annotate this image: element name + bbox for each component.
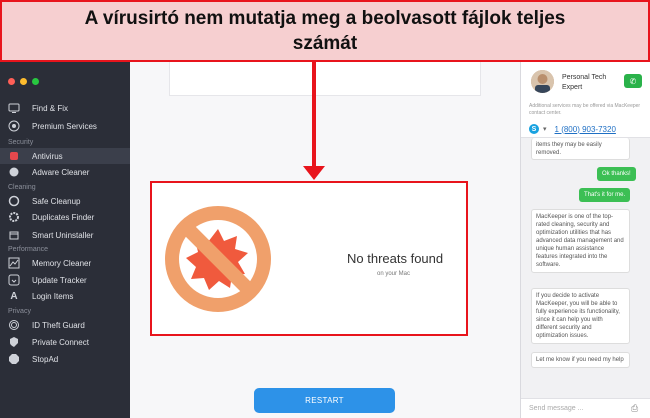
- additional-services-note: Additional services may be offered via M…: [529, 103, 641, 116]
- hand-icon: [8, 166, 20, 178]
- top-card: [169, 62, 481, 96]
- section-privacy: Privacy: [8, 308, 31, 315]
- stop-icon: [8, 353, 20, 365]
- chat-header: Personal Tech Expert ✆ Additional servic…: [521, 62, 650, 138]
- sidebar-item-smart-uninstaller[interactable]: Smart Uninstaller: [0, 227, 130, 243]
- sidebar-item-label: Premium Services: [32, 121, 97, 131]
- chat-message-user: That's it for me.: [579, 188, 631, 202]
- monitor-icon: [8, 102, 20, 114]
- message-input-row: Send message ... ⎙: [521, 398, 650, 418]
- message-input[interactable]: Send message ...: [529, 405, 583, 412]
- section-performance: Performance: [8, 246, 49, 253]
- sidebar: Find & Fix Premium Services Security Ant…: [0, 0, 130, 418]
- call-button[interactable]: ✆: [624, 74, 642, 88]
- sidebar-item-safe-cleanup[interactable]: Safe Cleanup: [0, 193, 130, 209]
- sidebar-item-memory-cleaner[interactable]: Memory Cleaner: [0, 255, 130, 271]
- font-icon: A: [10, 290, 18, 302]
- sidebar-item-antivirus[interactable]: Antivirus: [0, 148, 130, 164]
- chevron-down-icon: ▾: [543, 126, 547, 133]
- chat-message-user: Ok thanks!: [597, 167, 636, 181]
- sidebar-item-private-connect[interactable]: Private Connect: [0, 334, 130, 350]
- main-panel: No threats found on your Mac RESTART: [130, 0, 520, 418]
- annotation-arrow: [312, 62, 316, 168]
- sidebar-item-label: Duplicates Finder: [32, 212, 95, 222]
- shield-icon: [8, 150, 20, 162]
- skype-icon: S: [529, 124, 539, 134]
- attach-icon[interactable]: ⎙: [631, 403, 638, 414]
- sidebar-item-label: Antivirus: [32, 151, 63, 161]
- gear-icon: [8, 211, 20, 223]
- window-controls: [8, 78, 39, 85]
- sidebar-item-label: Find & Fix: [32, 103, 69, 113]
- section-security: Security: [8, 139, 34, 146]
- sidebar-item-find-fix[interactable]: Find & Fix: [0, 100, 130, 116]
- expert-title: Personal Tech Expert: [562, 74, 607, 91]
- sidebar-item-login-items[interactable]: A Login Items: [0, 288, 130, 304]
- sidebar-item-premium-services[interactable]: Premium Services: [0, 118, 130, 134]
- sidebar-item-label: Adware Cleaner: [32, 167, 90, 177]
- restart-button[interactable]: RESTART: [254, 388, 395, 413]
- lock-icon: [8, 336, 20, 348]
- broom-icon: [8, 195, 20, 207]
- annotation-text: A vírusirtó nem mutatja meg a beolvasott…: [84, 8, 566, 54]
- sidebar-item-label: Smart Uninstaller: [32, 230, 94, 240]
- annotation-banner: A vírusirtó nem mutatja meg a beolvasott…: [0, 0, 650, 62]
- chat-message-agent: MacKeeper is one of the top-rated cleani…: [531, 209, 630, 273]
- section-cleaning: Cleaning: [8, 184, 36, 191]
- avatar: [531, 70, 554, 93]
- sidebar-item-label: Private Connect: [32, 337, 89, 347]
- close-window-button[interactable]: [8, 78, 15, 85]
- chat-panel: Personal Tech Expert ✆ Additional servic…: [520, 0, 650, 418]
- phone-number[interactable]: 1 (800) 903-7320: [555, 125, 616, 134]
- status-title: No threats found: [347, 251, 444, 266]
- fingerprint-icon: [8, 319, 20, 331]
- sidebar-item-label: ID Theft Guard: [32, 320, 85, 330]
- arrow-icon: [8, 274, 20, 286]
- chart-icon: [8, 257, 20, 269]
- minimize-window-button[interactable]: [20, 78, 27, 85]
- sidebar-item-label: Memory Cleaner: [32, 258, 92, 268]
- sidebar-item-label: Safe Cleanup: [32, 196, 81, 206]
- annotation-arrow-head: [303, 166, 325, 180]
- zoom-window-button[interactable]: [32, 78, 39, 85]
- sidebar-item-duplicates-finder[interactable]: Duplicates Finder: [0, 209, 130, 225]
- sidebar-item-stopad[interactable]: StopAd: [0, 351, 130, 367]
- sidebar-item-label: StopAd: [32, 354, 59, 364]
- phone-icon: ✆: [629, 76, 637, 86]
- headset-icon: [8, 120, 20, 132]
- no-threats-icon: [165, 206, 271, 312]
- sidebar-item-update-tracker[interactable]: Update Tracker: [0, 272, 130, 288]
- scan-result-panel: No threats found on your Mac: [150, 181, 468, 336]
- status-subtitle: on your Mac: [377, 271, 411, 277]
- phone-selector[interactable]: S ▾ 1 (800) 903-7320: [529, 124, 616, 134]
- box-icon: [8, 229, 20, 241]
- sidebar-item-label: Update Tracker: [32, 275, 87, 285]
- sidebar-item-adware-cleaner[interactable]: Adware Cleaner: [0, 164, 130, 180]
- chat-message-agent: If you decide to activate MacKeeper, you…: [531, 288, 630, 344]
- chat-message-agent: Let me know if you need my help: [531, 352, 630, 368]
- chat-message-agent: items they may be easily removed.: [531, 138, 630, 160]
- sidebar-item-id-theft-guard[interactable]: ID Theft Guard: [0, 317, 130, 333]
- sidebar-item-label: Login Items: [32, 291, 74, 301]
